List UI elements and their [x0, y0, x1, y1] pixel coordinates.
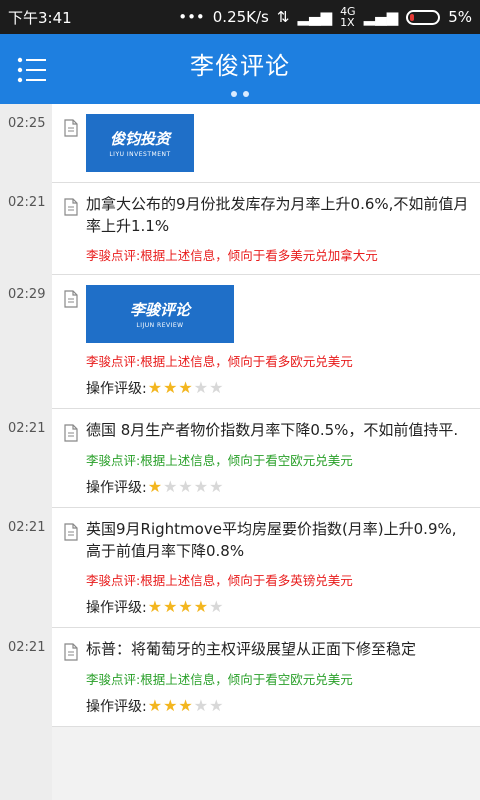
- feed-item[interactable]: 02:21 德国 8月生产者物价指数月率下降0.5%，不如前值持平. 李骏点评:根据…: [0, 409, 480, 508]
- item-time: 02:29: [8, 287, 46, 302]
- item-time: 02:25: [8, 116, 46, 131]
- item-card[interactable]: 标普：将葡萄牙的主权评级展望从正面下修至稳定 李骏点评:根据上述信息，倾向于看空欧…: [52, 628, 480, 727]
- feed-item[interactable]: 02:25 俊钧投资 LIYU INVESTMENT: [0, 104, 480, 183]
- star-empty-icon: ★: [209, 696, 224, 715]
- rating-stars: ★ ★ ★ ★ ★: [148, 479, 225, 495]
- item-time: 02:21: [8, 421, 46, 436]
- network-type: 4G 1X: [340, 5, 356, 29]
- page-indicator: [0, 82, 480, 101]
- rating-stars: ★ ★ ★ ★ ★: [148, 599, 225, 615]
- rating-label: 操作评级:: [86, 381, 147, 397]
- star-empty-icon: ★: [193, 477, 209, 496]
- logo-subtext: LIJUN REVIEW: [136, 322, 184, 329]
- item-time: 02:21: [8, 640, 46, 655]
- item-card[interactable]: 德国 8月生产者物价指数月率下降0.5%，不如前值持平. 李骏点评:根据上述信息，…: [52, 409, 480, 508]
- star-filled-icon: ★: [178, 597, 193, 616]
- star-empty-icon: ★: [209, 597, 224, 616]
- star-filled-icon: ★: [163, 597, 178, 616]
- document-icon: [64, 523, 78, 541]
- document-icon: [64, 198, 78, 216]
- analyst-comment: 李骏点评:根据上述信息，倾向于看多英镑兑美元: [86, 573, 353, 588]
- star-filled-icon: ★: [147, 477, 163, 496]
- star-empty-icon: ★: [209, 378, 224, 397]
- item-card[interactable]: 李骏评论 LIJUN REVIEW 李骏点评:根据上述信息，倾向于看多欧元兑美元 操作…: [52, 275, 480, 409]
- signal-icon-2: ▂▄▆: [363, 8, 399, 26]
- logo-text: 俊钧投资: [109, 130, 170, 148]
- star-empty-icon: ★: [193, 378, 209, 397]
- feed-item[interactable]: 02:21 标普：将葡萄牙的主权评级展望从正面下修至稳定 李骏点评:根据上述信息，倾…: [0, 628, 480, 727]
- operation-rating: 操作评级: ★ ★ ★ ★ ★: [86, 477, 470, 497]
- news-feed[interactable]: 02:25 俊钧投资 LIYU INVESTMENT 02:21 加拿大公布的9月份批发…: [0, 104, 480, 800]
- rating-label: 操作评级:: [86, 600, 147, 616]
- star-empty-icon: ★: [193, 696, 209, 715]
- item-time: 02:21: [8, 520, 46, 535]
- status-bar: 下午3:41 ••• 0.25K/s ⇅ ▂▄▆ 4G 1X ▂▄▆ 5%: [0, 0, 480, 34]
- star-empty-icon: ★: [209, 477, 224, 496]
- logo-text: 李骏评论: [129, 301, 190, 319]
- analyst-comment: 李骏点评:根据上述信息，倾向于看多美元兑加拿大元: [86, 248, 378, 263]
- star-filled-icon: ★: [163, 696, 178, 715]
- rating-stars: ★ ★ ★ ★ ★: [148, 698, 225, 714]
- brand-logo[interactable]: 李骏评论 LIJUN REVIEW: [86, 285, 234, 343]
- network-speed: 0.25K/s: [212, 8, 269, 26]
- feed-item[interactable]: 02:29 李骏评论 LIJUN REVIEW 李骏点评:根据上述信息，倾向于看多欧元…: [0, 275, 480, 409]
- star-filled-icon: ★: [147, 378, 163, 397]
- document-icon: [64, 643, 78, 661]
- analyst-comment: 李骏点评:根据上述信息，倾向于看空欧元兑美元: [86, 453, 353, 468]
- dots-icon: •••: [178, 8, 205, 26]
- brand-logo[interactable]: 俊钧投资 LIYU INVESTMENT: [86, 114, 194, 172]
- item-card[interactable]: 英国9月Rightmove平均房屋要价指数(月率)上升0.9%,高于前值月率下降…: [52, 508, 480, 628]
- signal-icon: ▂▄▆: [297, 8, 333, 26]
- item-card[interactable]: 加拿大公布的9月份批发库存为月率上升0.6%,不如前值月率上升1.1% 李骏点评:…: [52, 183, 480, 275]
- feed-list: 02:25 俊钧投资 LIYU INVESTMENT 02:21 加拿大公布的9月份批发…: [0, 104, 480, 727]
- feed-item[interactable]: 02:21 加拿大公布的9月份批发库存为月率上升0.6%,不如前值月率上升1.1%…: [0, 183, 480, 275]
- feed-item[interactable]: 02:21 英国9月Rightmove平均房屋要价指数(月率)上升0.9%,高于前…: [0, 508, 480, 628]
- document-icon: [64, 424, 78, 442]
- news-text: 标普：将葡萄牙的主权评级展望从正面下修至稳定: [86, 640, 417, 658]
- logo-subtext: LIYU INVESTMENT: [109, 151, 171, 158]
- data-arrows-icon: ⇅: [276, 8, 290, 26]
- item-card[interactable]: 俊钧投资 LIYU INVESTMENT: [52, 104, 480, 183]
- star-empty-icon: ★: [163, 477, 178, 496]
- battery-icon: [406, 9, 441, 25]
- news-text: 德国 8月生产者物价指数月率下降0.5%，不如前值持平.: [86, 421, 459, 439]
- status-right: ••• 0.25K/s ⇅ ▂▄▆ 4G 1X ▂▄▆ 5%: [178, 6, 472, 28]
- analyst-comment: 李骏点评:根据上述信息，倾向于看多欧元兑美元: [86, 354, 353, 369]
- analyst-comment: 李骏点评:根据上述信息，倾向于看空欧元兑美元: [86, 672, 353, 687]
- star-filled-icon: ★: [163, 378, 178, 397]
- star-empty-icon: ★: [178, 477, 193, 496]
- news-text: 加拿大公布的9月份批发库存为月率上升0.6%,不如前值月率上升1.1%: [86, 195, 469, 235]
- star-filled-icon: ★: [178, 696, 193, 715]
- star-filled-icon: ★: [147, 597, 163, 616]
- item-time: 02:21: [8, 195, 46, 210]
- star-filled-icon: ★: [193, 597, 209, 616]
- document-icon: [64, 290, 78, 308]
- page-title: 李俊评论: [190, 52, 290, 80]
- star-filled-icon: ★: [178, 378, 193, 397]
- title-bar: 李俊评论: [0, 34, 480, 104]
- rating-stars: ★ ★ ★ ★ ★: [148, 380, 225, 396]
- rating-label: 操作评级:: [86, 699, 147, 715]
- star-filled-icon: ★: [147, 696, 163, 715]
- operation-rating: 操作评级: ★ ★ ★ ★ ★: [86, 378, 470, 398]
- operation-rating: 操作评级: ★ ★ ★ ★ ★: [86, 597, 470, 617]
- status-time: 下午3:41: [8, 8, 72, 27]
- news-text: 英国9月Rightmove平均房屋要价指数(月率)上升0.9%,高于前值月率下降…: [86, 520, 457, 560]
- document-icon: [64, 119, 78, 137]
- rating-label: 操作评级:: [86, 480, 147, 496]
- operation-rating: 操作评级: ★ ★ ★ ★ ★: [86, 696, 470, 716]
- battery-percent: 5%: [448, 8, 472, 26]
